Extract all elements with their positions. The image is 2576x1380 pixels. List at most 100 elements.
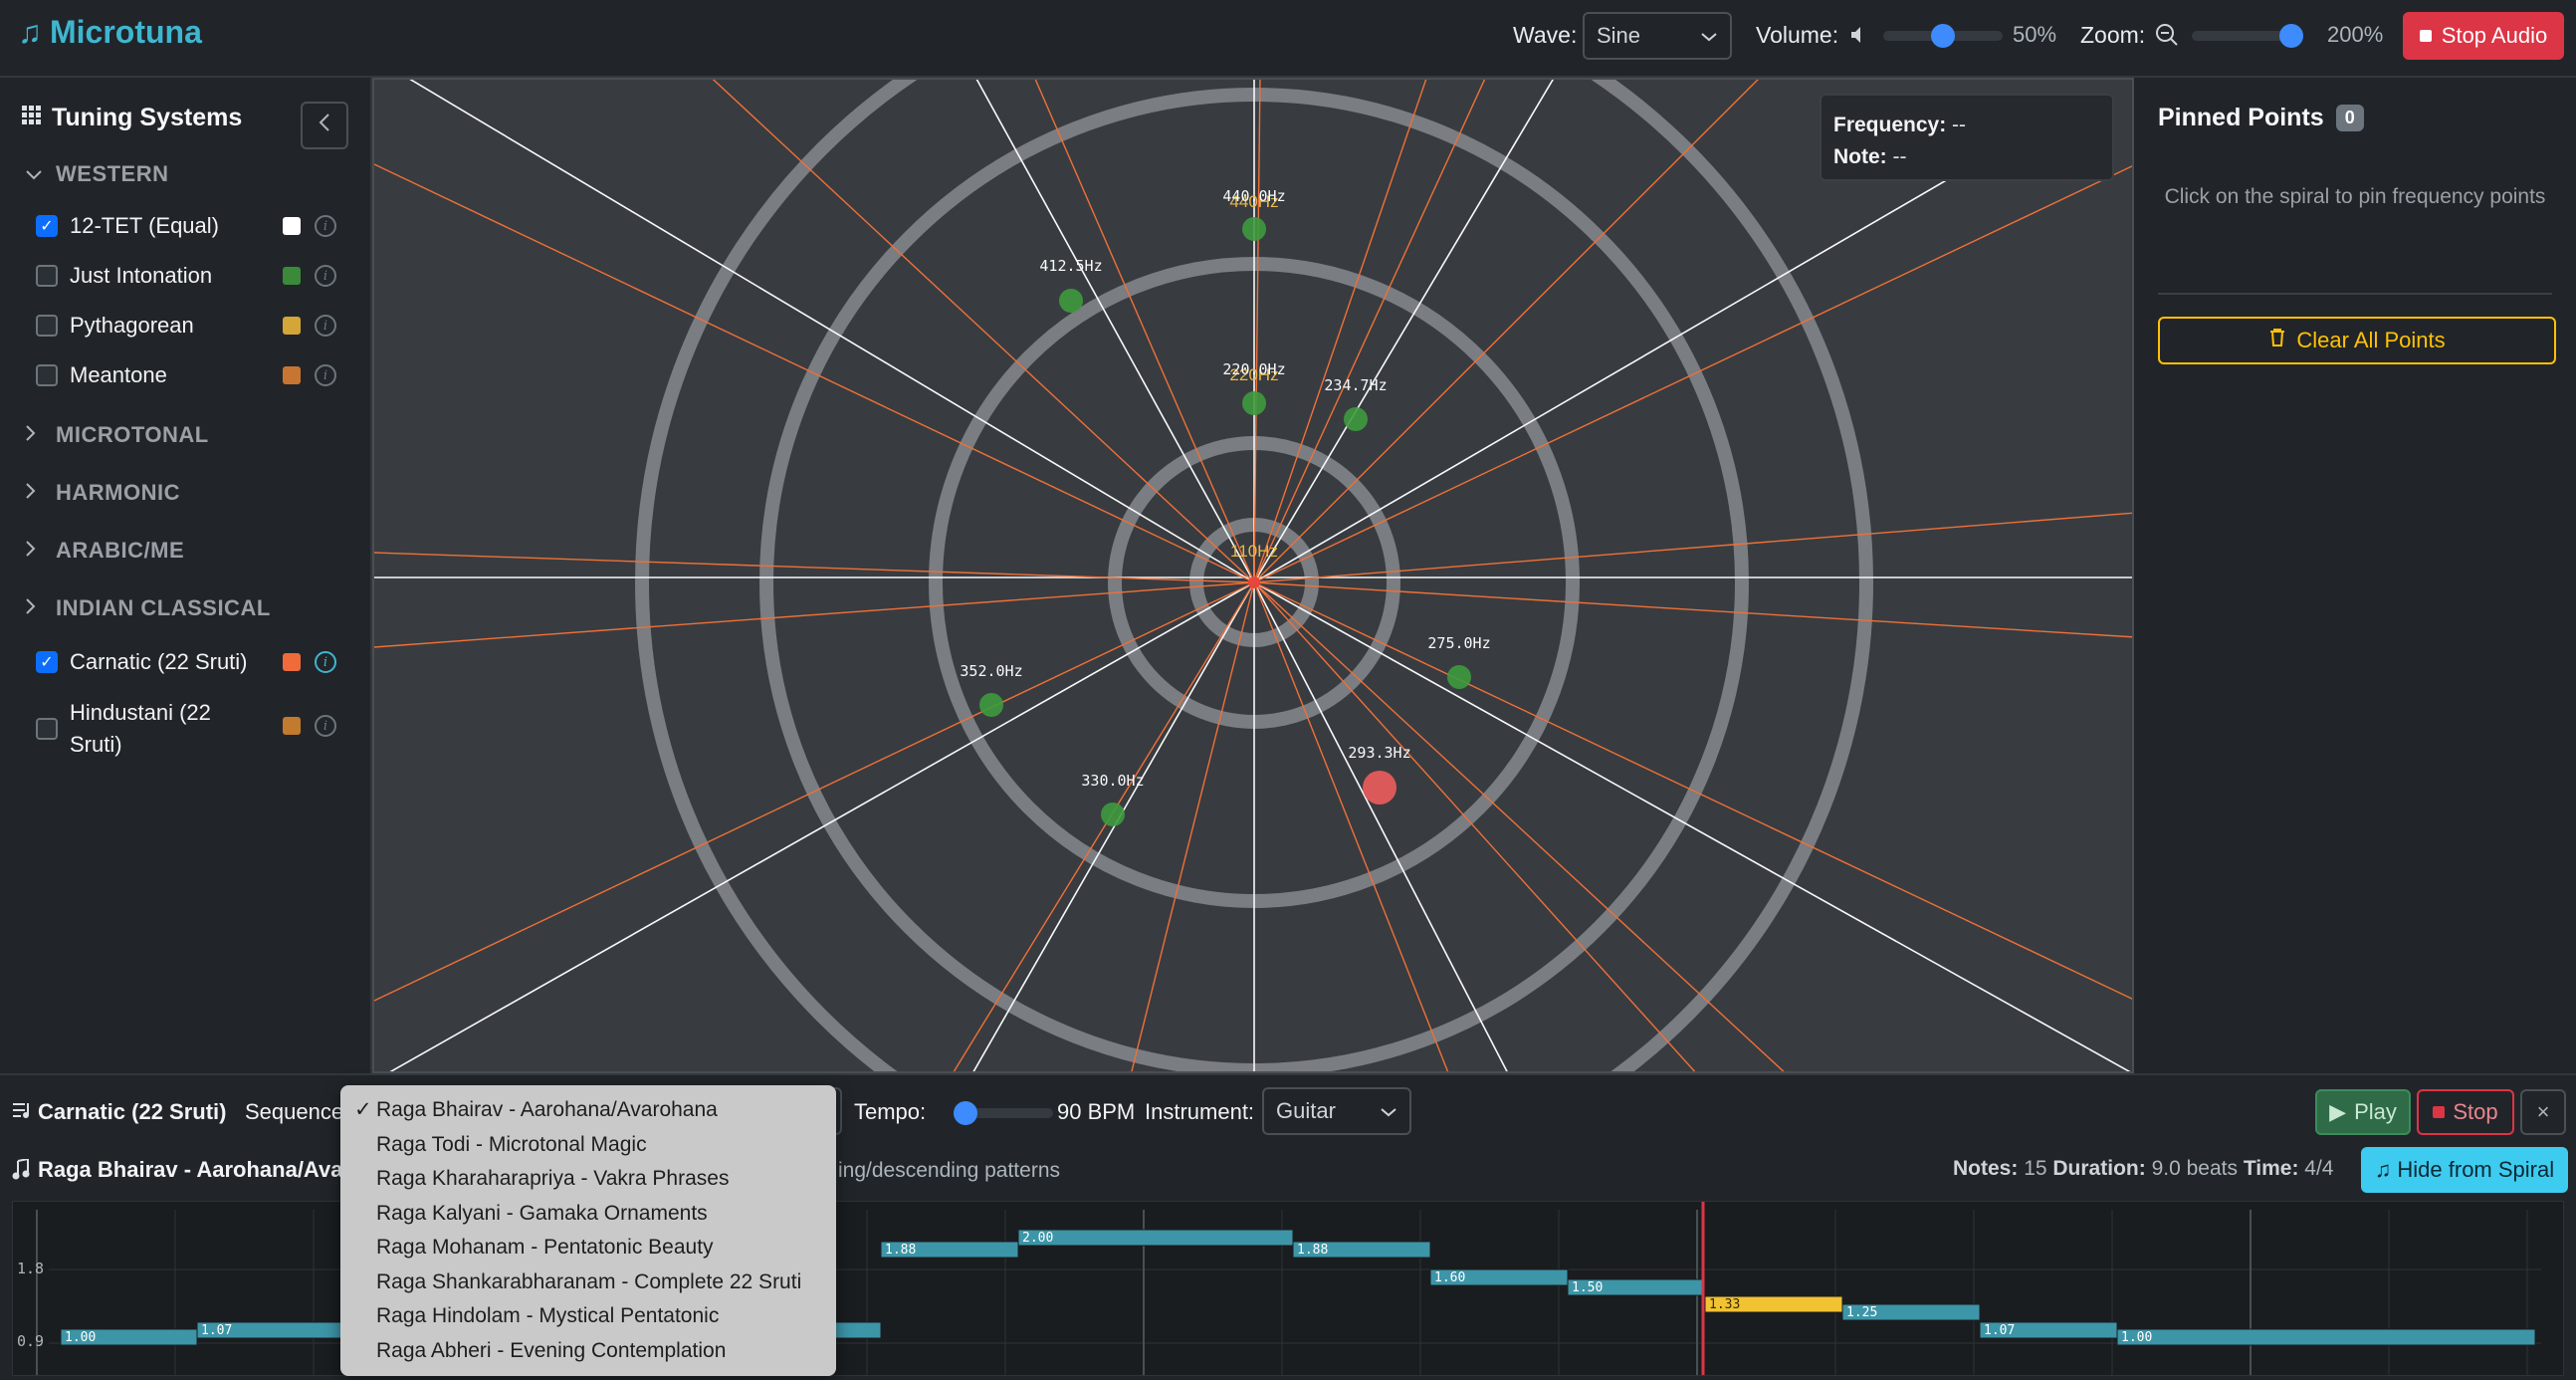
zoom-label: Zoom: [2080,22,2146,48]
speaker-icon [1849,24,1867,51]
instrument-select[interactable]: Guitar [1262,1087,1411,1135]
info-icon[interactable]: i [315,715,336,737]
info-icon[interactable]: i [315,215,336,237]
note-ratio-label: 1.88 [885,1243,916,1258]
music-note-icon: ♫ [2374,1157,2392,1182]
pinned-count-badge: 0 [2335,105,2364,131]
note-label: Note: [1833,145,1887,168]
sequence-option[interactable]: Raga Abheri - Evening Contemplation [340,1334,836,1369]
tempo-slider-knob[interactable] [954,1101,977,1125]
close-icon: × [2536,1099,2550,1124]
category-label: WESTERN [56,161,169,186]
volume-slider[interactable] [1883,24,2003,48]
color-swatch [283,717,301,735]
point-label: 330.0Hz [1081,772,1144,790]
play-button[interactable]: ▶ Play [2315,1089,2411,1135]
active-frequency-point[interactable] [1363,771,1396,805]
checkbox[interactable] [36,364,58,386]
sequence-option[interactable]: Raga Kalyani - Gamaka Ornaments [340,1197,836,1232]
frequency-point[interactable] [1059,289,1083,313]
frequency-point[interactable] [1447,665,1471,689]
stop-audio-button[interactable]: Stop Audio [2403,12,2564,60]
category-western[interactable]: WESTERN [26,161,169,187]
instrument-select-value: Guitar [1276,1098,1336,1123]
tuning-systems-sidebar: Tuning Systems WESTERN ✓ 12-TET (Equal) … [0,78,372,1073]
sequence-option-label: Raga Abheri - Evening Contemplation [376,1338,727,1362]
tuning-item-label: Just Intonation [70,263,213,288]
time-label: Time: [2243,1157,2299,1180]
category-microtonal[interactable]: MICROTONAL [26,422,209,448]
checkbox[interactable] [36,265,58,287]
zoom-out-icon[interactable] [2154,22,2180,53]
category-harmonic[interactable]: HARMONIC [26,480,180,506]
pinned-points-hint: Click on the spiral to pin frequency poi… [2164,185,2546,208]
volume-slider-knob[interactable] [1931,24,1955,48]
hide-from-spiral-button[interactable]: ♫ Hide from Spiral [2361,1147,2568,1193]
note-bar[interactable] [1017,1229,1294,1247]
sequence-option[interactable]: ✓ Raga Bhairav - Aarohana/Avarohana [340,1093,836,1128]
collapse-sidebar-button[interactable] [301,102,348,149]
close-sequencer-button[interactable]: × [2520,1089,2566,1135]
info-icon[interactable]: i [315,364,336,386]
chevron-down-icon [1380,1098,1397,1124]
frequency-readout: Frequency: -- Note: -- [1820,94,2114,181]
chevron-right-icon [26,540,40,562]
sequence-option[interactable]: Raga Mohanam - Pentatonic Beauty [340,1231,836,1265]
color-swatch [283,653,301,671]
note-bar[interactable] [2116,1328,2536,1346]
music-note-icon [12,1157,30,1186]
zoom-slider[interactable] [2192,24,2303,48]
sidebar-header: Tuning Systems [22,104,242,132]
zoom-value: 200% [2327,22,2384,47]
frequency-point[interactable] [1242,217,1266,241]
sequence-option[interactable]: Raga Kharaharapriya - Vakra Phrases [340,1162,836,1197]
notes-value: 15 [2024,1157,2047,1180]
frequency-point[interactable] [1344,407,1368,431]
checkmark-icon: ✓ [354,1098,372,1121]
note-ratio-label: 2.00 [1022,1231,1053,1246]
checkbox[interactable]: ✓ [36,215,58,237]
spiral-canvas[interactable]: 440Hz 220Hz 110Hz 440.0Hz 412.5Hz 220.0H… [372,78,2134,1073]
sequence-option-label: Raga Hindolam - Mystical Pentatonic [376,1304,720,1327]
category-indian-classical[interactable]: INDIAN CLASSICAL [26,595,271,621]
chevron-down-icon [1700,23,1718,49]
zoom-slider-knob[interactable] [2279,24,2303,48]
pinned-points-panel: Pinned Points 0 Click on the spiral to p… [2134,78,2576,1073]
category-arabic-me[interactable]: ARABIC/ME [26,538,184,564]
instrument-label: Instrument: [1145,1099,1255,1124]
ring-label-110: 110Hz [1230,542,1278,561]
sequencer-system-label: Carnatic (22 Sruti) [38,1099,227,1124]
info-icon[interactable]: i [315,315,336,337]
frequency-point[interactable] [1101,803,1125,826]
color-swatch [283,366,301,384]
note-ratio-label: 1.07 [1984,1323,2015,1338]
clear-all-points-button[interactable]: Clear All Points [2158,317,2556,364]
checkbox[interactable]: ✓ [36,651,58,673]
chevron-down-icon [26,164,42,185]
tempo-label: Tempo: [854,1099,927,1124]
frequency-value: -- [1952,114,1967,136]
info-icon[interactable]: i [315,265,336,287]
sequence-option[interactable]: Raga Todi - Microtonal Magic [340,1128,836,1163]
sequence-dropdown[interactable]: ✓ Raga Bhairav - Aarohana/Avarohana Raga T… [340,1085,836,1376]
wave-label: Wave: [1513,22,1578,48]
tuning-item-label: Meantone [70,362,167,387]
frequency-point[interactable] [979,693,1003,717]
roll-y-label-low: 0.9 [17,1332,44,1350]
color-swatch [283,267,301,285]
sequence-option[interactable]: Raga Hindolam - Mystical Pentatonic [340,1299,836,1334]
info-icon[interactable]: i [315,651,336,673]
point-label: 412.5Hz [1039,257,1102,275]
chevron-right-icon [26,597,40,619]
play-label: Play [2354,1099,2397,1124]
checkbox[interactable] [36,315,58,337]
tempo-slider[interactable] [954,1101,1053,1125]
frequency-point[interactable] [1242,391,1266,415]
category-label: MICROTONAL [56,422,209,447]
frequency-label: Frequency: [1833,114,1947,136]
stop-button[interactable]: Stop [2417,1089,2514,1135]
checkbox[interactable] [36,718,58,740]
sequence-option[interactable]: Raga Shankarabharanam - Complete 22 Srut… [340,1265,836,1300]
note-ratio-label: 1.00 [2121,1330,2152,1345]
wave-select[interactable]: Sine [1583,12,1732,60]
